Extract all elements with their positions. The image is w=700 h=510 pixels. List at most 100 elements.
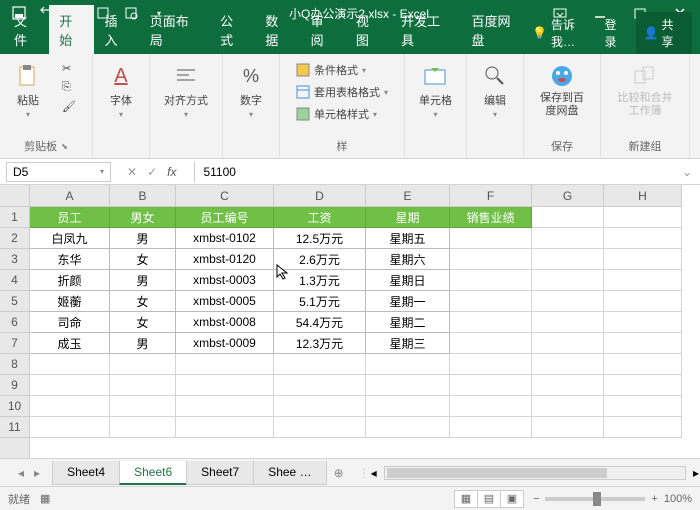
col-head-E[interactable]: E xyxy=(366,185,450,207)
row-head-9[interactable]: 9 xyxy=(0,375,29,396)
cell-C8[interactable] xyxy=(176,354,274,375)
col-head-F[interactable]: F xyxy=(450,185,532,207)
row-head-6[interactable]: 6 xyxy=(0,312,29,333)
cell-E4[interactable]: 星期日 xyxy=(366,270,450,291)
cell-F11[interactable] xyxy=(450,417,532,438)
cell-A8[interactable] xyxy=(30,354,110,375)
cell-F10[interactable] xyxy=(450,396,532,417)
cell-A6[interactable]: 司命 xyxy=(30,312,110,333)
cell-H1[interactable] xyxy=(604,207,682,228)
cell-E3[interactable]: 星期六 xyxy=(366,249,450,270)
cell-B5[interactable]: 女 xyxy=(110,291,176,312)
cell-C5[interactable]: xmbst-0005 xyxy=(176,291,274,312)
cell-G1[interactable] xyxy=(532,207,604,228)
scrollbar-thumb[interactable] xyxy=(387,468,607,478)
cell-G10[interactable] xyxy=(532,396,604,417)
cell-C3[interactable]: xmbst-0120 xyxy=(176,249,274,270)
login-link[interactable]: 登录 xyxy=(604,16,627,50)
cell-A11[interactable] xyxy=(30,417,110,438)
scroll-right-icon[interactable]: ▸ xyxy=(693,466,699,480)
cell-F2[interactable] xyxy=(450,228,532,249)
cell-D6[interactable]: 54.4万元 xyxy=(274,312,366,333)
cell-D4[interactable]: 1.3万元 xyxy=(274,270,366,291)
font-button[interactable]: A字体▾ xyxy=(101,58,141,123)
cell-A4[interactable]: 折颜 xyxy=(30,270,110,291)
cell-G2[interactable] xyxy=(532,228,604,249)
col-head-B[interactable]: B xyxy=(110,185,176,207)
cell-A10[interactable] xyxy=(30,396,110,417)
tab-百度网盘[interactable]: 百度网盘 xyxy=(462,5,532,54)
fx-icon[interactable]: fx xyxy=(167,165,176,179)
cell-E5[interactable]: 星期一 xyxy=(366,291,450,312)
cell-B9[interactable] xyxy=(110,375,176,396)
row-head-5[interactable]: 5 xyxy=(0,291,29,312)
enter-formula-icon[interactable]: ✓ xyxy=(147,165,157,179)
cell-F8[interactable] xyxy=(450,354,532,375)
formula-bar[interactable] xyxy=(194,162,673,182)
cell-E8[interactable] xyxy=(366,354,450,375)
cell-H2[interactable] xyxy=(604,228,682,249)
cell-C6[interactable]: xmbst-0008 xyxy=(176,312,274,333)
cell-C1[interactable]: 员工编号 xyxy=(176,207,274,228)
cell-H7[interactable] xyxy=(604,333,682,354)
cond-format-button[interactable]: 条件格式 ▾ xyxy=(290,60,394,80)
cell-H10[interactable] xyxy=(604,396,682,417)
chevron-down-icon[interactable]: ▾ xyxy=(100,167,104,176)
align-button[interactable]: 对齐方式▾ xyxy=(158,58,214,123)
cell-B8[interactable] xyxy=(110,354,176,375)
zoom-in-icon[interactable]: + xyxy=(651,493,657,505)
cell-H6[interactable] xyxy=(604,312,682,333)
cell-G5[interactable] xyxy=(532,291,604,312)
cell-C11[interactable] xyxy=(176,417,274,438)
col-head-H[interactable]: H xyxy=(604,185,682,207)
cell-H5[interactable] xyxy=(604,291,682,312)
col-head-A[interactable]: A xyxy=(30,185,110,207)
cell-D11[interactable] xyxy=(274,417,366,438)
cell-F7[interactable] xyxy=(450,333,532,354)
cell-B3[interactable]: 女 xyxy=(110,249,176,270)
table-format-button[interactable]: 套用表格格式 ▾ xyxy=(290,82,394,102)
cell-D3[interactable]: 2.6万元 xyxy=(274,249,366,270)
share-button[interactable]: 👤 共享 xyxy=(636,12,692,54)
cell-E10[interactable] xyxy=(366,396,450,417)
cell-B7[interactable]: 男 xyxy=(110,333,176,354)
cell-E7[interactable]: 星期三 xyxy=(366,333,450,354)
tab-页面布局[interactable]: 页面布局 xyxy=(140,5,210,54)
edit-button[interactable]: 编辑▾ xyxy=(475,58,515,123)
cell-D1[interactable]: 工资 xyxy=(274,207,366,228)
cell-G4[interactable] xyxy=(532,270,604,291)
add-sheet-button[interactable]: ⊕ xyxy=(326,462,352,484)
baidu-save-button[interactable]: 保存到百度网盘 xyxy=(532,58,592,122)
row-head-1[interactable]: 1 xyxy=(0,207,29,228)
cell-D9[interactable] xyxy=(274,375,366,396)
cell-H9[interactable] xyxy=(604,375,682,396)
col-head-G[interactable]: G xyxy=(532,185,604,207)
paste-button[interactable]: 粘贴▾ xyxy=(8,58,48,123)
name-box[interactable]: D5▾ xyxy=(6,162,111,182)
cell-A1[interactable]: 员工 xyxy=(30,207,110,228)
tab-插入[interactable]: 插入 xyxy=(94,5,139,54)
sheet-tab-Sheet7[interactable]: Sheet7 xyxy=(186,461,254,485)
cell-E9[interactable] xyxy=(366,375,450,396)
cell-A3[interactable]: 东华 xyxy=(30,249,110,270)
row-head-2[interactable]: 2 xyxy=(0,228,29,249)
row-head-11[interactable]: 11 xyxy=(0,417,29,438)
tab-文件[interactable]: 文件 xyxy=(4,5,49,54)
cell-B11[interactable] xyxy=(110,417,176,438)
cell-F3[interactable] xyxy=(450,249,532,270)
cell-G3[interactable] xyxy=(532,249,604,270)
row-head-7[interactable]: 7 xyxy=(0,333,29,354)
col-head-D[interactable]: D xyxy=(274,185,366,207)
row-head-8[interactable]: 8 xyxy=(0,354,29,375)
cell-B4[interactable]: 男 xyxy=(110,270,176,291)
cell-A7[interactable]: 成玉 xyxy=(30,333,110,354)
cell-D7[interactable]: 12.3万元 xyxy=(274,333,366,354)
row-head-10[interactable]: 10 xyxy=(0,396,29,417)
cell-C9[interactable] xyxy=(176,375,274,396)
zoom-level[interactable]: 100% xyxy=(664,493,692,505)
horizontal-scrollbar[interactable]: ◂▸ xyxy=(384,466,686,480)
cell-style-button[interactable]: 单元格样式 ▾ xyxy=(290,104,394,124)
cell-H8[interactable] xyxy=(604,354,682,375)
cell-E11[interactable] xyxy=(366,417,450,438)
cell-G7[interactable] xyxy=(532,333,604,354)
